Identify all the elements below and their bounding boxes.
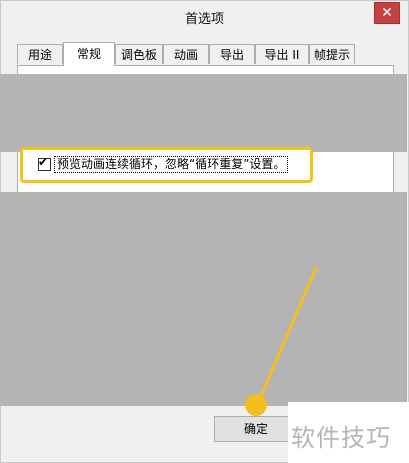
pointer-dot bbox=[245, 394, 267, 416]
pointer-annotation bbox=[245, 266, 318, 416]
tab-general[interactable]: 常规 bbox=[63, 42, 115, 66]
ok-button[interactable]: 确定 bbox=[214, 416, 298, 442]
pointer-line bbox=[256, 266, 318, 405]
watermark: 软件技巧 bbox=[291, 424, 391, 452]
